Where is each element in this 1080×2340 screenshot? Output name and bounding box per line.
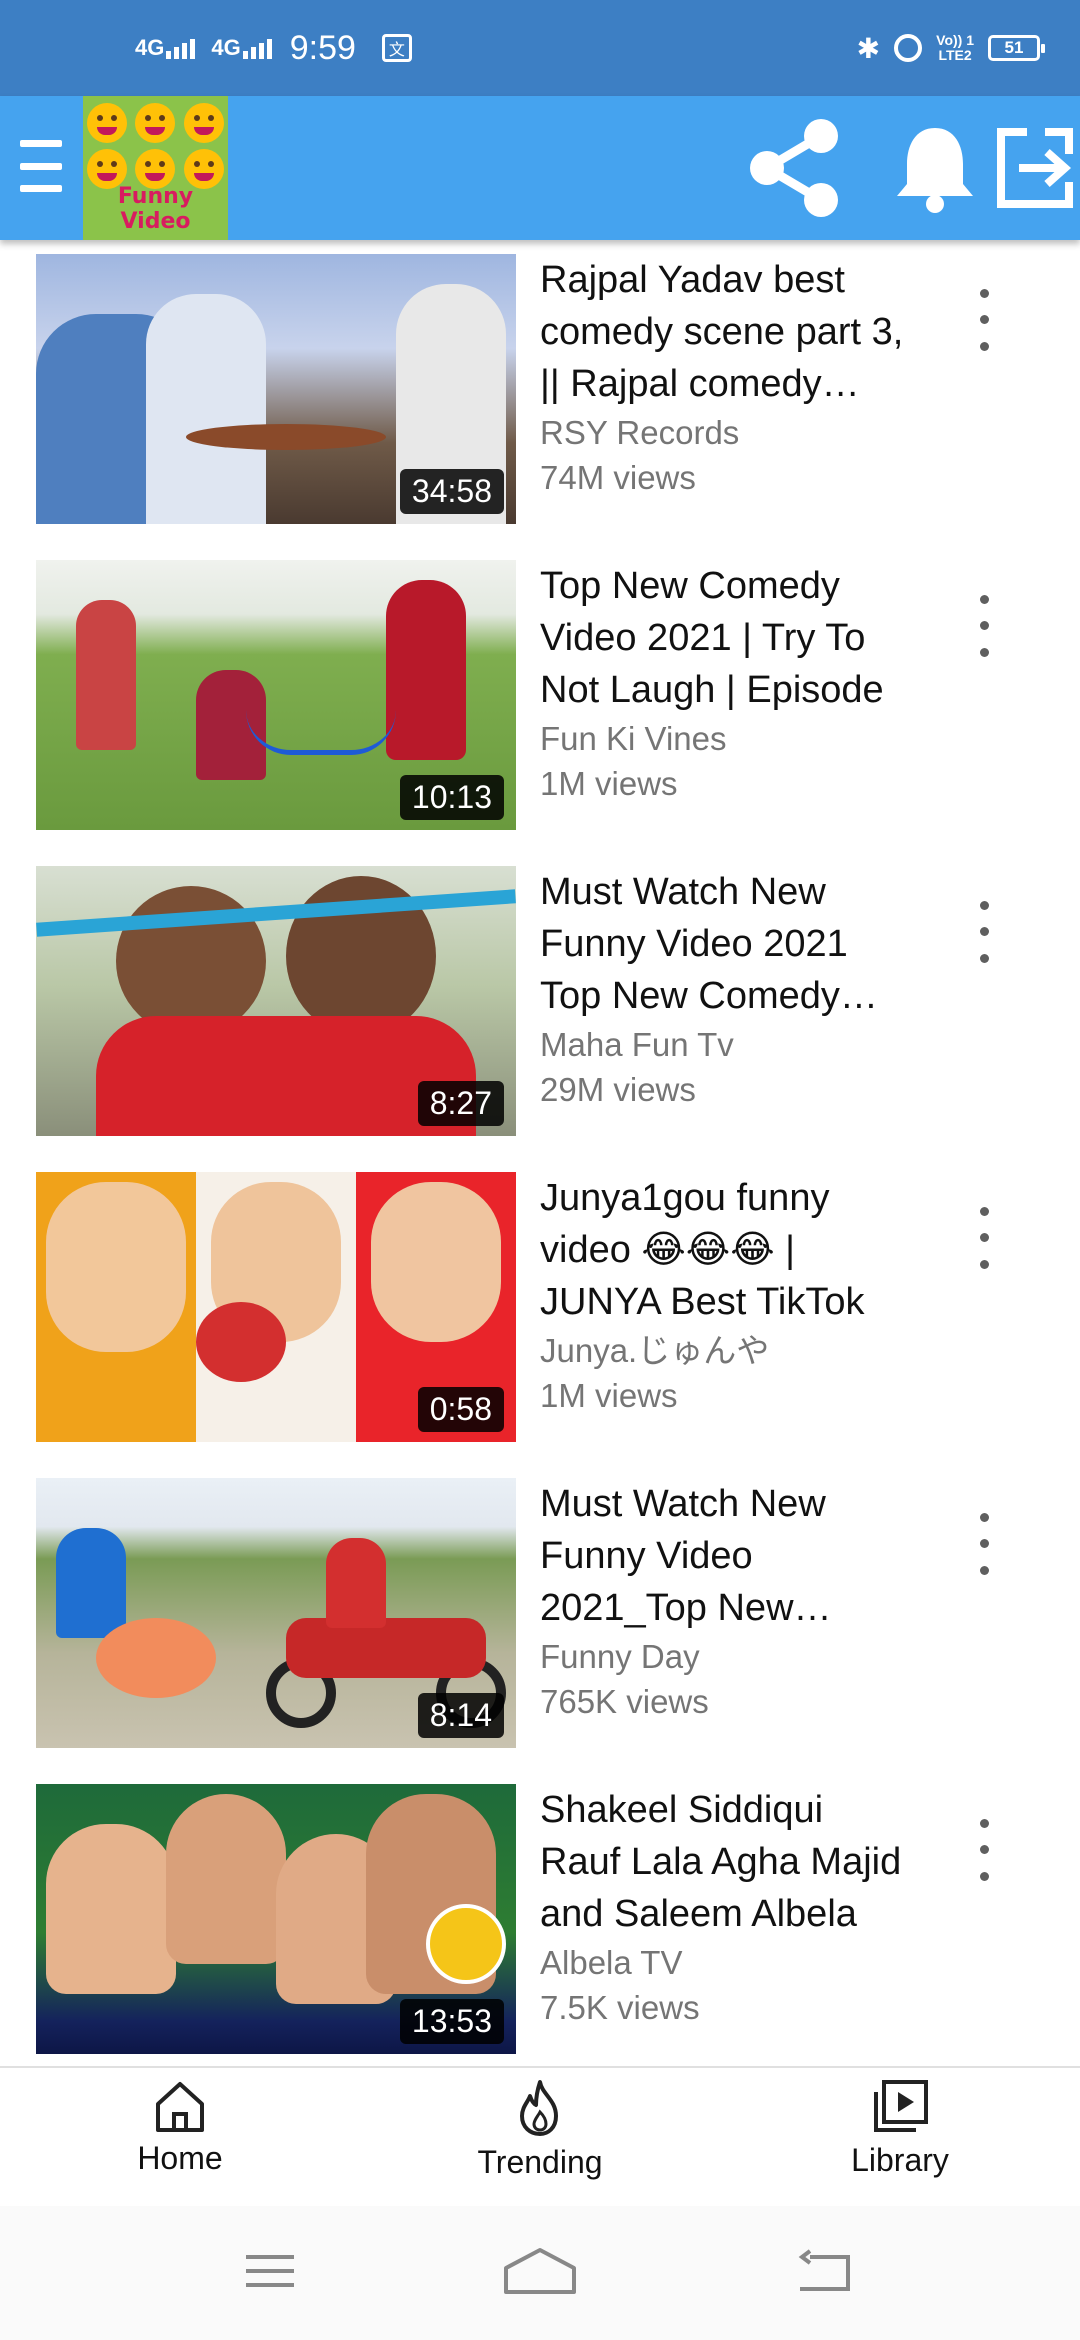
more-options-icon[interactable]	[964, 586, 1004, 666]
system-home-icon[interactable]	[480, 2236, 600, 2306]
video-channel: Albela TV	[540, 1944, 683, 1981]
video-item[interactable]: 0:58 Junya1gou funny video 😂😂😂 | JUNYA B…	[0, 1158, 1080, 1464]
video-title[interactable]: Must Watch New Funny Video 2021_Top New …	[540, 1478, 910, 1634]
nav-home[interactable]: Home	[80, 2078, 280, 2198]
video-meta[interactable]: Junya1gou funny video 😂😂😂 | JUNYA Best T…	[540, 1172, 910, 1418]
more-options-icon[interactable]	[964, 892, 1004, 972]
nav-trending-label: Trending	[477, 2144, 603, 2180]
video-meta[interactable]: Must Watch New Funny Video 2021_Top New …	[540, 1478, 910, 1724]
video-thumbnail[interactable]: 10:13	[36, 560, 516, 830]
video-thumbnail[interactable]: 8:14	[36, 1478, 516, 1748]
network-type-2: 4G	[211, 35, 241, 60]
video-item[interactable]: 13:53 Shakeel Siddiqui Rauf Lala Agha Ma…	[0, 1770, 1080, 2076]
video-meta[interactable]: Rajpal Yadav best comedy scene part 3, |…	[540, 254, 910, 500]
volte-indicator: Vo)) 1 LTE2	[936, 33, 974, 63]
bluetooth-icon: ✱	[856, 32, 881, 64]
video-meta[interactable]: Must Watch New Funny Video 2021 Top New …	[540, 866, 910, 1112]
alarm-icon	[894, 34, 923, 62]
status-bar: 4G 4G 9:59 文 ✱ Vo)) 1 LTE2 51	[0, 0, 1080, 96]
bottom-navigation: Home Trending Library	[0, 2066, 1080, 2208]
menu-icon[interactable]	[20, 140, 62, 192]
app-bar: Funny Video	[0, 96, 1080, 240]
flame-icon	[520, 2080, 558, 2136]
video-duration: 13:53	[399, 1999, 504, 2044]
video-title[interactable]: Rajpal Yadav best comedy scene part 3, |…	[540, 254, 910, 410]
video-channel: Junya.じゅんや	[540, 1332, 770, 1369]
more-options-icon[interactable]	[964, 1198, 1004, 1278]
video-title[interactable]: Top New Comedy Video 2021 | Try To Not L…	[540, 560, 910, 716]
nav-library[interactable]: Library	[800, 2078, 1000, 2198]
volte-line1: Vo)) 1	[936, 32, 974, 48]
video-duration: 0:58	[417, 1387, 504, 1432]
video-title[interactable]: Shakeel Siddiqui Rauf Lala Agha Majid an…	[540, 1784, 910, 1940]
video-channel: Fun Ki Vines	[540, 720, 727, 757]
back-icon[interactable]	[764, 2236, 884, 2306]
more-options-icon[interactable]	[964, 280, 1004, 360]
translate-icon: 文	[381, 34, 412, 62]
video-duration: 8:14	[417, 1693, 504, 1738]
nav-home-label: Home	[137, 2140, 223, 2176]
volte-line2: LTE2	[938, 47, 972, 63]
more-options-icon[interactable]	[964, 1810, 1004, 1890]
video-meta[interactable]: Top New Comedy Video 2021 | Try To Not L…	[540, 560, 910, 806]
video-duration: 8:27	[417, 1081, 504, 1126]
nav-library-label: Library	[851, 2142, 949, 2178]
video-views: 29M views	[540, 1071, 696, 1108]
video-duration: 10:13	[399, 775, 504, 820]
video-title[interactable]: Junya1gou funny video 😂😂😂 | JUNYA Best T…	[540, 1172, 910, 1328]
app-logo: Funny Video	[83, 96, 228, 240]
logo-text: Funny Video	[117, 184, 194, 234]
signal-icon-sim2: 4G	[211, 35, 272, 60]
video-views: 1M views	[540, 1377, 678, 1414]
status-left: 4G 4G 9:59 文	[135, 20, 412, 76]
video-thumbnail[interactable]: 13:53	[36, 1784, 516, 2054]
video-views: 1M views	[540, 765, 678, 802]
video-item[interactable]: 10:13 Top New Comedy Video 2021 | Try To…	[0, 546, 1080, 852]
clock: 9:59	[289, 28, 356, 67]
video-channel: Maha Fun Tv	[540, 1026, 734, 1063]
recent-apps-icon[interactable]	[210, 2236, 330, 2306]
video-views: 7.5K views	[540, 1989, 700, 2026]
home-icon	[156, 2082, 204, 2132]
video-channel: Funny Day	[540, 1638, 700, 1675]
video-item[interactable]: 8:27 Must Watch New Funny Video 2021 Top…	[0, 852, 1080, 1158]
video-thumbnail[interactable]: 0:58	[36, 1172, 516, 1442]
library-icon	[874, 2080, 928, 2132]
status-right: ✱ Vo)) 1 LTE2 51	[856, 20, 1045, 76]
nav-trending[interactable]: Trending	[440, 2078, 640, 2198]
video-thumbnail[interactable]: 34:58	[36, 254, 516, 524]
video-title[interactable]: Must Watch New Funny Video 2021 Top New …	[540, 866, 910, 1022]
system-navigation-bar	[0, 2206, 1080, 2340]
video-thumbnail[interactable]: 8:27	[36, 866, 516, 1136]
battery-icon: 51	[988, 35, 1045, 61]
bell-icon[interactable]	[880, 96, 990, 240]
video-views: 765K views	[540, 1683, 709, 1720]
video-meta[interactable]: Shakeel Siddiqui Rauf Lala Agha Majid an…	[540, 1784, 910, 2030]
exit-icon[interactable]	[980, 96, 1080, 240]
video-views: 74M views	[540, 459, 696, 496]
more-options-icon[interactable]	[964, 1504, 1004, 1584]
video-channel: RSY Records	[540, 414, 740, 451]
signal-icon-sim1: 4G	[135, 35, 196, 60]
network-type-1: 4G	[135, 35, 165, 60]
video-item[interactable]: 8:14 Must Watch New Funny Video 2021_Top…	[0, 1464, 1080, 1770]
video-duration: 34:58	[399, 469, 504, 514]
video-item[interactable]: 34:58 Rajpal Yadav best comedy scene par…	[0, 240, 1080, 546]
share-icon[interactable]	[740, 96, 850, 240]
